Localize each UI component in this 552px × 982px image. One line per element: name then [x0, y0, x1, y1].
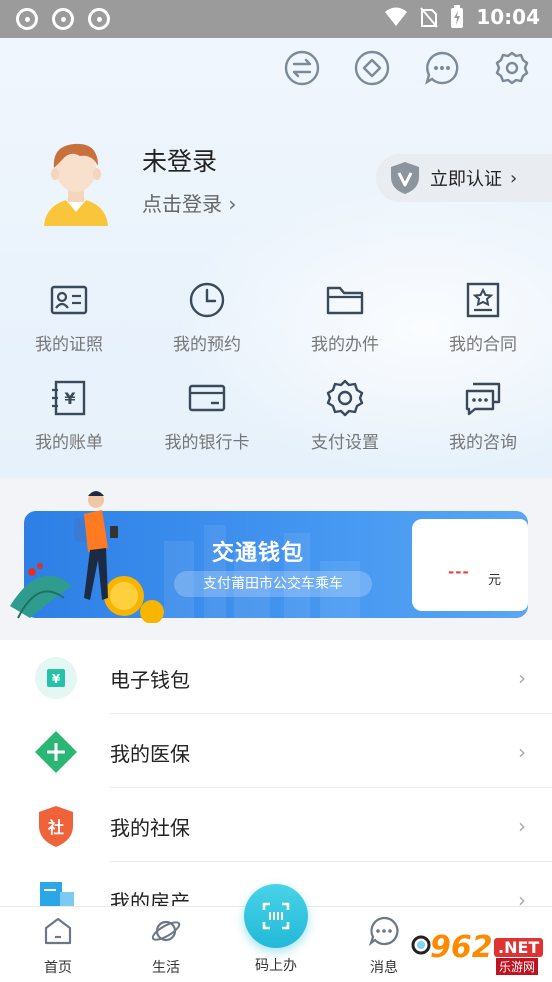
- grid-item-contracts[interactable]: 我的合同: [414, 280, 552, 370]
- grid-label: 支付设置: [311, 433, 379, 453]
- avatar[interactable]: [40, 138, 112, 226]
- profile-header: 未登录 点击登录 › 立即认证 › 我的证照 我的预约 我的办件 我的合同 ¥ …: [0, 38, 552, 478]
- contract-icon: [466, 282, 500, 318]
- system-icons: 10:04: [384, 5, 540, 29]
- settings-button[interactable]: [494, 50, 530, 86]
- planet-icon: [151, 920, 181, 942]
- medical-icon: [35, 731, 77, 773]
- message-button[interactable]: [424, 50, 460, 86]
- grid-label: 我的合同: [449, 335, 517, 355]
- chevron-right-icon: ›: [510, 167, 518, 189]
- tab-label: 首页: [44, 960, 72, 976]
- chevron-right-icon: ›: [518, 740, 526, 764]
- watermark-circle-icon: [411, 935, 431, 955]
- login-status-title[interactable]: 未登录: [142, 142, 217, 178]
- grid-label: 我的办件: [311, 335, 379, 355]
- list-item-e-wallet[interactable]: ¥ 电子钱包 ›: [0, 640, 552, 714]
- watermark-net: .NET: [494, 938, 544, 957]
- settings-icon: [495, 51, 529, 85]
- app-notification-icon: [16, 8, 38, 30]
- tab-label-scan: 码上办: [255, 958, 297, 974]
- list-label: 我的社保: [110, 816, 190, 840]
- switch-button[interactable]: [284, 50, 320, 86]
- list-label: 电子钱包: [110, 668, 190, 692]
- battery-icon: [451, 5, 464, 28]
- chevron-right-icon: ›: [518, 814, 526, 838]
- grid-item-certificates[interactable]: 我的证照: [0, 280, 138, 370]
- clock-icon: [189, 282, 225, 318]
- list-label: 我的房产: [110, 890, 190, 906]
- grid-label: 我的预约: [173, 335, 241, 355]
- grid-label: 我的银行卡: [164, 433, 250, 453]
- svg-text:¥: ¥: [52, 672, 61, 686]
- list-label: 我的医保: [110, 742, 190, 766]
- watermark-site: 乐游网: [496, 958, 539, 975]
- bill-icon: ¥: [52, 380, 86, 416]
- site-watermark: 962 .NET 乐游网: [410, 930, 546, 976]
- home-icon: [44, 917, 72, 945]
- grid-label: 我的咨询: [449, 433, 517, 453]
- message-icon: [425, 51, 459, 85]
- id-card-icon: [50, 285, 88, 315]
- app-notification-icon: [88, 8, 110, 30]
- message-bubble-icon: [368, 916, 399, 946]
- notification-icons: [16, 8, 110, 30]
- list-item-medical-insurance[interactable]: 我的医保 ›: [0, 714, 552, 788]
- list-item-social-security[interactable]: 社 我的社保 ›: [0, 788, 552, 862]
- grid-label: 我的证照: [35, 335, 103, 355]
- property-icon: [40, 882, 74, 906]
- tab-life[interactable]: 生活: [116, 915, 216, 979]
- folder-icon: [326, 286, 364, 315]
- grid-item-appointments[interactable]: 我的预约: [138, 280, 276, 370]
- status-time: 10:04: [476, 5, 540, 29]
- service-list: ¥ 电子钱包 › 我的医保 › 社 我的社保 › 我的房产 ›: [0, 640, 552, 906]
- grid-item-bills[interactable]: ¥ 我的账单: [0, 378, 138, 468]
- grid-label: 我的账单: [35, 433, 103, 453]
- chat-icon: [465, 382, 501, 416]
- bank-card-icon: [188, 384, 226, 412]
- grid-item-bank-cards[interactable]: 我的银行卡: [138, 378, 276, 468]
- banner-title: 交通钱包: [212, 541, 305, 566]
- grid-item-applications[interactable]: 我的办件: [276, 280, 414, 370]
- chevron-right-icon: ›: [518, 888, 526, 906]
- diamond-button[interactable]: [354, 50, 390, 86]
- tab-home[interactable]: 首页: [8, 915, 108, 979]
- gear-icon: [326, 379, 364, 417]
- balance-unit: 元: [488, 573, 502, 588]
- svg-text:社: 社: [47, 818, 64, 837]
- grid-item-payment-settings[interactable]: 支付设置: [276, 378, 414, 468]
- wallet-icon: ¥: [35, 657, 77, 699]
- balance-ticket: --- 元: [412, 519, 528, 611]
- qr-scan-icon: [262, 902, 290, 930]
- scan-code-button[interactable]: [244, 884, 308, 948]
- grid-item-consultations[interactable]: 我的咨询: [414, 378, 552, 468]
- balance-value: ---: [448, 563, 470, 581]
- wifi-icon: [385, 7, 408, 26]
- watermark-number: 962: [430, 930, 493, 965]
- tab-label: 生活: [152, 960, 180, 976]
- svg-text:¥: ¥: [64, 389, 75, 408]
- shield-icon: [391, 162, 419, 194]
- banner-subtitle: 支付莆田市公交车乘车: [174, 571, 372, 597]
- status-bar: 10:04: [0, 0, 552, 38]
- person-illustration: [10, 491, 164, 623]
- switch-icon: [284, 50, 320, 86]
- header-actions: [284, 50, 530, 86]
- no-sim-icon: [420, 7, 439, 28]
- social-security-icon: 社: [39, 806, 73, 847]
- chevron-right-icon: ›: [518, 666, 526, 690]
- login-link[interactable]: 点击登录 ›: [142, 188, 236, 217]
- diamond-icon: [354, 50, 390, 86]
- app-notification-icon: [52, 8, 74, 30]
- verify-label: 立即认证: [430, 169, 502, 190]
- verify-button[interactable]: 立即认证 ›: [376, 154, 552, 202]
